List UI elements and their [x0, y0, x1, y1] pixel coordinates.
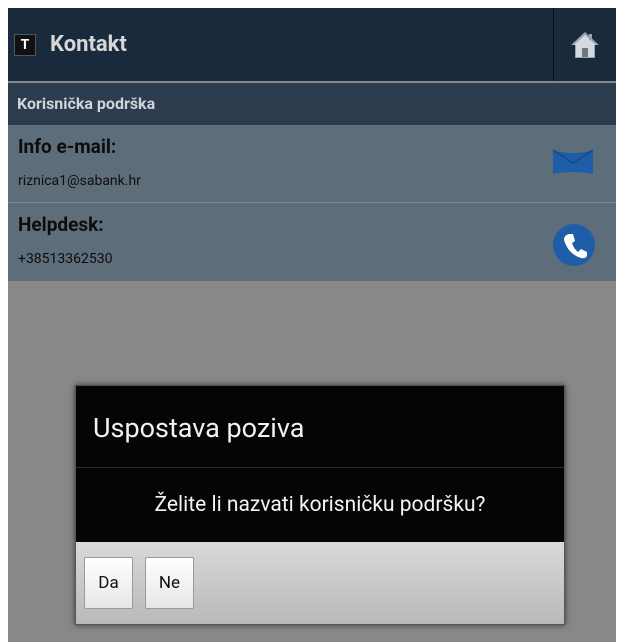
- dialog-title: Uspostava poziva: [93, 412, 305, 444]
- no-button[interactable]: Ne: [145, 557, 194, 609]
- dialog-button-bar: Da Ne: [76, 542, 564, 624]
- contact-value: riznica1@sabank.hr: [18, 173, 141, 189]
- app-logo-icon: T: [14, 33, 36, 56]
- envelope-icon[interactable]: [550, 143, 596, 183]
- yes-button[interactable]: Da: [84, 557, 133, 609]
- contact-label: Info e-mail:: [18, 135, 117, 158]
- contact-row-email[interactable]: Info e-mail: riznica1@sabank.hr: [8, 125, 616, 203]
- dialog-title-area: Uspostava poziva: [76, 386, 564, 467]
- dialog-message-area: Želite li nazvati korisničku podršku?: [76, 468, 564, 542]
- home-icon: [571, 31, 599, 58]
- contact-row-helpdesk[interactable]: Helpdesk: +38513362530: [8, 203, 616, 281]
- dialog-message: Želite li nazvati korisničku podršku?: [154, 493, 486, 517]
- call-confirmation-dialog: Uspostava poziva Želite li nazvati koris…: [75, 385, 565, 625]
- app-screen: T Kontakt Korisnička podrška Info e-mail…: [8, 8, 616, 642]
- contact-label: Helpdesk:: [18, 213, 104, 236]
- action-bar: T Kontakt: [8, 8, 616, 81]
- home-button[interactable]: [553, 8, 616, 81]
- phone-icon[interactable]: [552, 223, 596, 271]
- page-title: Kontakt: [50, 32, 127, 57]
- contact-value: +38513362530: [18, 251, 113, 267]
- section-header: Korisnička podrška: [8, 83, 616, 125]
